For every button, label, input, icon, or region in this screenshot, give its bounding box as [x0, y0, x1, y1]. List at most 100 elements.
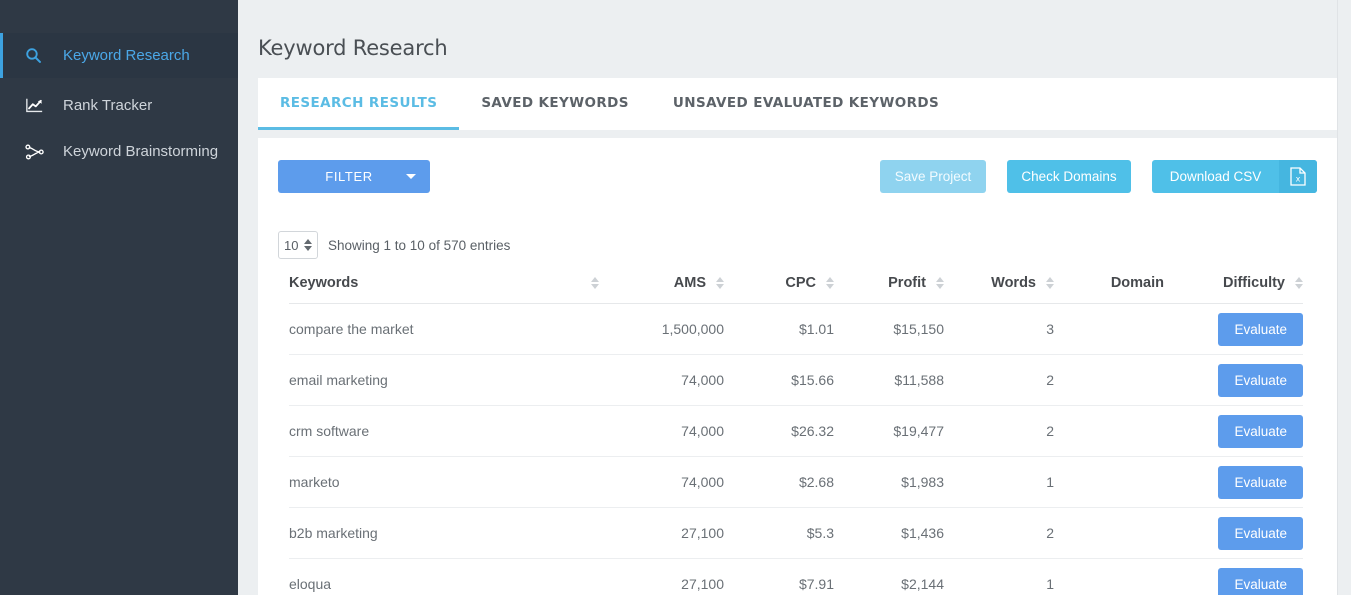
tab-unsaved-evaluated-keywords[interactable]: UNSAVED EVALUATED KEYWORDS	[651, 78, 961, 130]
tab-research-results[interactable]: RESEARCH RESULTS	[258, 78, 460, 131]
cell-difficulty: Evaluate	[1164, 558, 1303, 595]
cell-ams: 27,100	[599, 507, 724, 560]
sidebar-item-keyword-research[interactable]: Keyword Research	[0, 33, 238, 78]
sort-icon[interactable]	[591, 277, 599, 290]
cell-difficulty: Evaluate	[1164, 405, 1303, 458]
evaluate-button[interactable]: Evaluate	[1218, 414, 1303, 448]
toolbar: FILTER Save Project Check Domains Downlo…	[278, 160, 1317, 196]
column-header-cpc[interactable]: CPC	[724, 271, 834, 305]
column-header-difficulty[interactable]: Difficulty	[1164, 271, 1303, 305]
page-title: Keyword Research	[258, 36, 448, 61]
evaluate-button[interactable]: Evaluate	[1218, 516, 1303, 550]
cell-keyword: crm software	[289, 405, 599, 458]
sort-icon[interactable]	[1295, 277, 1303, 290]
column-header-profit[interactable]: Profit	[834, 271, 944, 305]
page-length-value: 10	[284, 237, 299, 253]
keywords-table: Keywords AMS CPC Profit Words Domain Dif…	[289, 271, 1303, 595]
evaluate-button[interactable]: Evaluate	[1218, 363, 1303, 397]
sidebar-item-keyword-brainstorming[interactable]: Keyword Brainstorming	[0, 129, 238, 174]
spinner-icon	[304, 239, 312, 252]
evaluate-button[interactable]: Evaluate	[1218, 465, 1303, 499]
column-label: Profit	[888, 275, 926, 292]
table-row: crm software 74,000 $26.32 $19,477 2 Evaluate	[289, 405, 1303, 458]
evaluate-button[interactable]: Evaluate	[1218, 567, 1303, 595]
column-label: CPC	[785, 275, 816, 292]
cell-cpc: $5.3	[724, 507, 834, 560]
cell-words: 3	[944, 303, 1054, 356]
check-domains-button[interactable]: Check Domains	[1007, 160, 1131, 194]
cell-cpc: $26.32	[724, 405, 834, 458]
column-header-words[interactable]: Words	[944, 271, 1054, 305]
cell-ams: 74,000	[599, 354, 724, 407]
cell-difficulty: Evaluate	[1164, 354, 1303, 407]
cell-domain	[1054, 405, 1164, 458]
cell-keyword: b2b marketing	[289, 507, 599, 560]
search-icon	[25, 47, 51, 64]
page-length-select[interactable]: 10	[278, 231, 318, 260]
column-label: Domain	[1110, 275, 1164, 292]
cell-words: 2	[944, 354, 1054, 407]
column-label: Words	[991, 275, 1036, 292]
cell-domain	[1054, 456, 1164, 509]
tab-saved-keywords[interactable]: SAVED KEYWORDS	[459, 78, 651, 130]
download-csv-button[interactable]: Download CSV x	[1152, 160, 1317, 194]
app-root: Keyword Research Rank Tracker Keyword Br…	[0, 0, 1351, 595]
file-excel-icon: x	[1279, 160, 1317, 194]
cell-keyword: compare the market	[289, 303, 599, 356]
sidebar: Keyword Research Rank Tracker Keyword Br…	[0, 0, 238, 595]
column-label: Keywords	[289, 275, 359, 292]
cell-cpc: $1.01	[724, 303, 834, 356]
sort-icon[interactable]	[1046, 277, 1054, 290]
sort-icon[interactable]	[936, 277, 944, 290]
sidebar-item-rank-tracker[interactable]: Rank Tracker	[0, 83, 238, 128]
table-length-row: 10 Showing 1 to 10 of 570 entries	[278, 231, 1317, 260]
cell-domain	[1054, 558, 1164, 595]
table-row: b2b marketing 27,100 $5.3 $1,436 2 Evaluate	[289, 507, 1303, 560]
cell-profit: $1,436	[834, 507, 944, 560]
cell-domain	[1054, 354, 1164, 407]
cell-words: 2	[944, 405, 1054, 458]
cell-ams: 74,000	[599, 405, 724, 458]
filter-button[interactable]: FILTER	[278, 160, 430, 194]
column-label: Difficulty	[1222, 275, 1285, 292]
table-row: compare the market 1,500,000 $1.01 $15,150 3…	[289, 303, 1303, 356]
column-header-ams[interactable]: AMS	[599, 271, 724, 305]
cell-domain	[1054, 303, 1164, 356]
cell-profit: $19,477	[834, 405, 944, 458]
sort-icon[interactable]	[716, 277, 724, 290]
sidebar-item-label: Keyword Brainstorming	[63, 143, 219, 160]
cell-profit: $11,588	[834, 354, 944, 407]
evaluate-button[interactable]: Evaluate	[1218, 312, 1303, 346]
cell-keyword: email marketing	[289, 354, 599, 407]
chevron-down-icon	[406, 174, 416, 180]
cell-cpc: $7.91	[724, 558, 834, 595]
cell-ams: 74,000	[599, 456, 724, 509]
column-label: AMS	[673, 275, 706, 292]
table-row: eloqua 27,100 $7.91 $2,144 1 Evaluate	[289, 558, 1303, 595]
table-body: compare the market 1,500,000 $1.01 $15,150 3…	[289, 303, 1303, 595]
sort-icon[interactable]	[826, 277, 834, 290]
cell-keyword: marketo	[289, 456, 599, 509]
main-content: Keyword Research RESEARCH RESULTS SAVED …	[238, 0, 1351, 595]
cell-difficulty: Evaluate	[1164, 456, 1303, 509]
cell-cpc: $15.66	[724, 354, 834, 407]
vertical-scrollbar[interactable]	[1337, 0, 1351, 595]
cell-words: 2	[944, 507, 1054, 560]
download-csv-label: Download CSV	[1169, 169, 1262, 185]
cell-domain	[1054, 507, 1164, 560]
column-header-keywords[interactable]: Keywords	[289, 271, 599, 305]
cell-ams: 27,100	[599, 558, 724, 595]
cell-difficulty: Evaluate	[1164, 303, 1303, 356]
save-project-button[interactable]: Save Project	[880, 160, 986, 194]
action-buttons: Save Project Check Domains Download CSV …	[880, 160, 1317, 194]
column-header-domain: Domain	[1054, 271, 1164, 305]
cell-difficulty: Evaluate	[1164, 507, 1303, 560]
cell-cpc: $2.68	[724, 456, 834, 509]
filter-button-label: FILTER	[325, 169, 373, 185]
svg-text:x: x	[1296, 175, 1301, 184]
cell-ams: 1,500,000	[599, 303, 724, 356]
sidebar-item-label: Rank Tracker	[63, 97, 153, 114]
cell-profit: $1,983	[834, 456, 944, 509]
sidebar-item-label: Keyword Research	[63, 47, 190, 64]
results-panel: FILTER Save Project Check Domains Downlo…	[258, 138, 1337, 595]
